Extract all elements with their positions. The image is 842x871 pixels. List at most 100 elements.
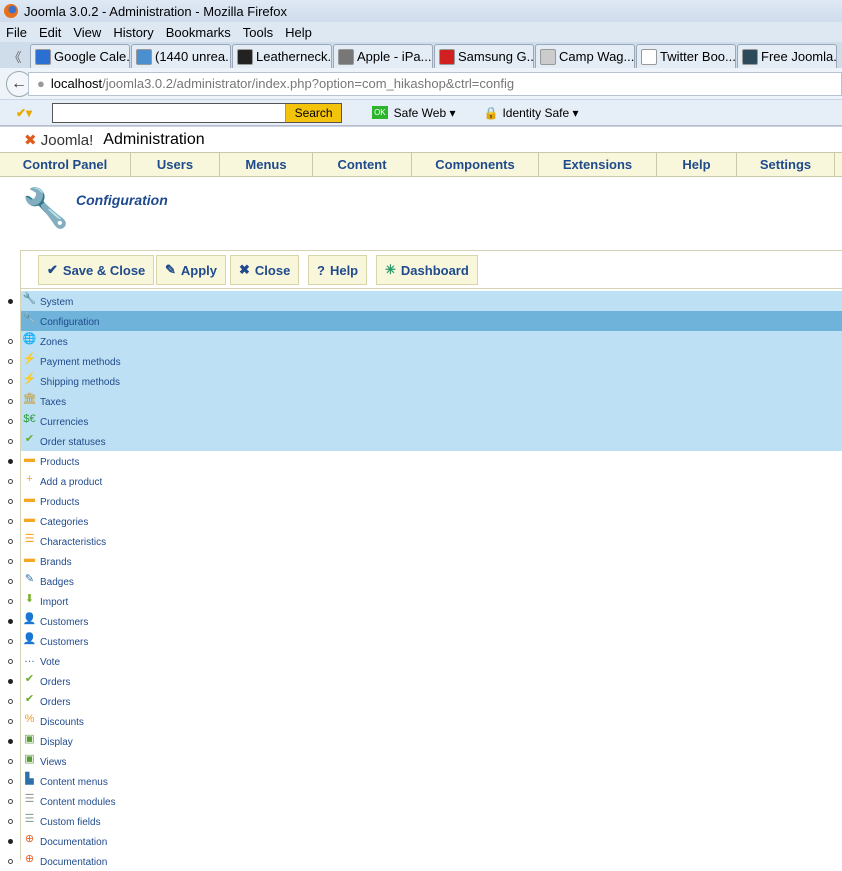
bullet-icon bbox=[8, 339, 13, 344]
documentation-icon: ⊕ bbox=[24, 833, 35, 845]
tab-label: Leatherneck... bbox=[256, 49, 332, 64]
bullet-icon bbox=[8, 539, 13, 544]
help-button[interactable]: ? Help bbox=[308, 255, 368, 285]
browser-tab[interactable]: Leatherneck... bbox=[232, 44, 332, 68]
menu-item-display[interactable]: ▣ Display bbox=[0, 731, 842, 751]
nav-help[interactable]: Help bbox=[657, 153, 737, 176]
apply-button[interactable]: ✎ Apply bbox=[156, 255, 227, 285]
nav-content[interactable]: Content bbox=[313, 153, 412, 176]
menu-item-products[interactable]: ▬ Products bbox=[0, 451, 842, 471]
close-button[interactable]: ✖ Close bbox=[230, 255, 300, 285]
menu-item-taxes[interactable]: 🏛 Taxes bbox=[8, 391, 842, 411]
menu-item-orders[interactable]: ✔ Orders bbox=[0, 671, 842, 691]
menu-file[interactable]: File bbox=[6, 25, 27, 40]
safe-web-button[interactable]: Safe Web ▾ bbox=[394, 106, 456, 120]
menu-history[interactable]: History bbox=[113, 25, 153, 40]
bullet-icon bbox=[8, 799, 13, 804]
menu-item-discounts[interactable]: % Discounts bbox=[0, 711, 842, 731]
menu-item-characteristics[interactable]: ☰ Characteristics bbox=[0, 531, 842, 551]
menu-view[interactable]: View bbox=[73, 25, 101, 40]
menu-item-shipping-methods[interactable]: ⚡ Shipping methods bbox=[8, 371, 842, 391]
menu-item-currencies[interactable]: $€ Currencies bbox=[8, 411, 842, 431]
menu-item-views[interactable]: ▣ Views bbox=[0, 751, 842, 771]
menu-item-label: Brands bbox=[40, 557, 72, 568]
menu-item-label: System bbox=[40, 297, 74, 308]
identity-safe-button[interactable]: Identity Safe ▾ bbox=[502, 106, 578, 120]
nav-components[interactable]: Components bbox=[412, 153, 539, 176]
norton-search-input[interactable]: Search bbox=[52, 102, 343, 123]
browser-tab[interactable]: Twitter Boo... bbox=[636, 44, 736, 68]
menu-item-custom-fields[interactable]: ☰ Custom fields bbox=[0, 811, 842, 831]
bullet-icon bbox=[8, 499, 13, 504]
menu-item-vote[interactable]: … Vote bbox=[0, 651, 842, 671]
menu-item-label: Import bbox=[40, 597, 69, 608]
bullet-icon bbox=[8, 579, 13, 584]
menu-item-customers[interactable]: 👤 Customers bbox=[0, 611, 842, 631]
currencies-icon: $€ bbox=[23, 413, 36, 425]
badges-icon: ✎ bbox=[24, 573, 35, 585]
norton-check-icon[interactable]: ✔▾ bbox=[16, 106, 32, 120]
menu-item-payment-methods[interactable]: ⚡ Payment methods bbox=[8, 351, 842, 371]
url-bar: ← ● localhost/joomla3.0.2/administrator/i… bbox=[0, 68, 842, 100]
norton-search-button[interactable]: Search bbox=[285, 103, 342, 122]
browser-tabs: 《 Google Cale... (1440 unrea... Leatherneck… bbox=[0, 42, 842, 68]
menu-bookmarks[interactable]: Bookmarks bbox=[166, 25, 231, 40]
favicon-icon bbox=[641, 48, 657, 65]
menu-tools[interactable]: Tools bbox=[243, 25, 273, 40]
firefox-icon bbox=[4, 4, 18, 18]
menu-item-content-menus[interactable]: ▙ Content menus bbox=[0, 771, 842, 791]
menu-edit[interactable]: Edit bbox=[39, 25, 61, 40]
menu-item-categories[interactable]: ▬ Categories bbox=[0, 511, 842, 531]
browser-tab[interactable]: Samsung G... bbox=[434, 44, 534, 68]
nav-settings[interactable]: Settings bbox=[737, 153, 835, 176]
menu-item-import[interactable]: ⬇ Import bbox=[0, 591, 842, 611]
menu-item-badges[interactable]: ✎ Badges bbox=[0, 571, 842, 591]
shipping-methods-icon: ⚡ bbox=[22, 373, 37, 385]
save-close-button[interactable]: ✔ Save & Close bbox=[38, 255, 155, 285]
browser-tab[interactable]: Apple - iPa... bbox=[333, 44, 433, 68]
menu-item-customers[interactable]: 👤 Customers bbox=[0, 631, 842, 651]
menu-help[interactable]: Help bbox=[285, 25, 312, 40]
menu-item-label: Configuration bbox=[40, 317, 100, 328]
brands-icon: ▬ bbox=[24, 553, 35, 565]
menu-item-products[interactable]: ▬ Products bbox=[0, 491, 842, 511]
menu-item-configuration[interactable]: 🔧 Configuration bbox=[21, 311, 842, 331]
menu-item-order-statuses[interactable]: ✔ Order statuses bbox=[8, 431, 842, 451]
bullet-icon bbox=[8, 839, 13, 844]
dashboard-button[interactable]: ✳ Dashboard bbox=[376, 255, 478, 285]
bullet-icon bbox=[8, 459, 13, 464]
browser-tab[interactable]: Camp Wag... bbox=[535, 44, 635, 68]
menu-item-brands[interactable]: ▬ Brands bbox=[0, 551, 842, 571]
bullet-icon bbox=[8, 299, 13, 304]
bullet-icon bbox=[8, 759, 13, 764]
menu-item-orders[interactable]: ✔ Orders bbox=[0, 691, 842, 711]
menu-item-label: Documentation bbox=[40, 837, 108, 848]
bullet-icon bbox=[8, 639, 13, 644]
browser-tab[interactable]: Google Cale... bbox=[30, 44, 130, 68]
nav-control-panel[interactable]: Control Panel bbox=[0, 153, 131, 176]
menu-item-zones[interactable]: 🌐 Zones bbox=[8, 331, 842, 351]
menu-item-documentation[interactable]: ⊕ Documentation bbox=[0, 831, 842, 851]
browser-tab[interactable]: Free Joomla... bbox=[737, 44, 837, 68]
system-icon: 🔧 bbox=[22, 293, 37, 305]
taxes-icon: 🏛 bbox=[22, 393, 37, 405]
menu-item-documentation[interactable]: ⊕ Documentation bbox=[0, 851, 842, 871]
nav-menus[interactable]: Menus bbox=[220, 153, 313, 176]
tabs-scroll-left-icon[interactable]: 《 bbox=[0, 44, 30, 68]
menu-item-add-a-product[interactable]: + Add a product bbox=[0, 471, 842, 491]
menu-item-label: Discounts bbox=[40, 717, 84, 728]
bullet-icon bbox=[8, 679, 13, 684]
menu-item-content-modules[interactable]: ☰ Content modules bbox=[0, 791, 842, 811]
window-title: Joomla 3.0.2 - Administration - Mozilla … bbox=[24, 3, 287, 19]
nav-users[interactable]: Users bbox=[131, 153, 220, 176]
payment-methods-icon: ⚡ bbox=[22, 353, 37, 365]
order-statuses-icon: ✔ bbox=[24, 433, 35, 445]
menu-item-system[interactable]: 🔧 System bbox=[8, 291, 842, 311]
favicon-icon bbox=[439, 48, 455, 65]
browser-tab[interactable]: (1440 unrea... bbox=[131, 44, 231, 68]
tab-label: Camp Wag... bbox=[559, 49, 635, 64]
url-input[interactable]: ● localhost/joomla3.0.2/administrator/ind… bbox=[28, 71, 842, 96]
menu-item-label: Categories bbox=[40, 517, 89, 528]
nav-extensions[interactable]: Extensions bbox=[539, 153, 657, 176]
bullet-icon bbox=[8, 379, 13, 384]
